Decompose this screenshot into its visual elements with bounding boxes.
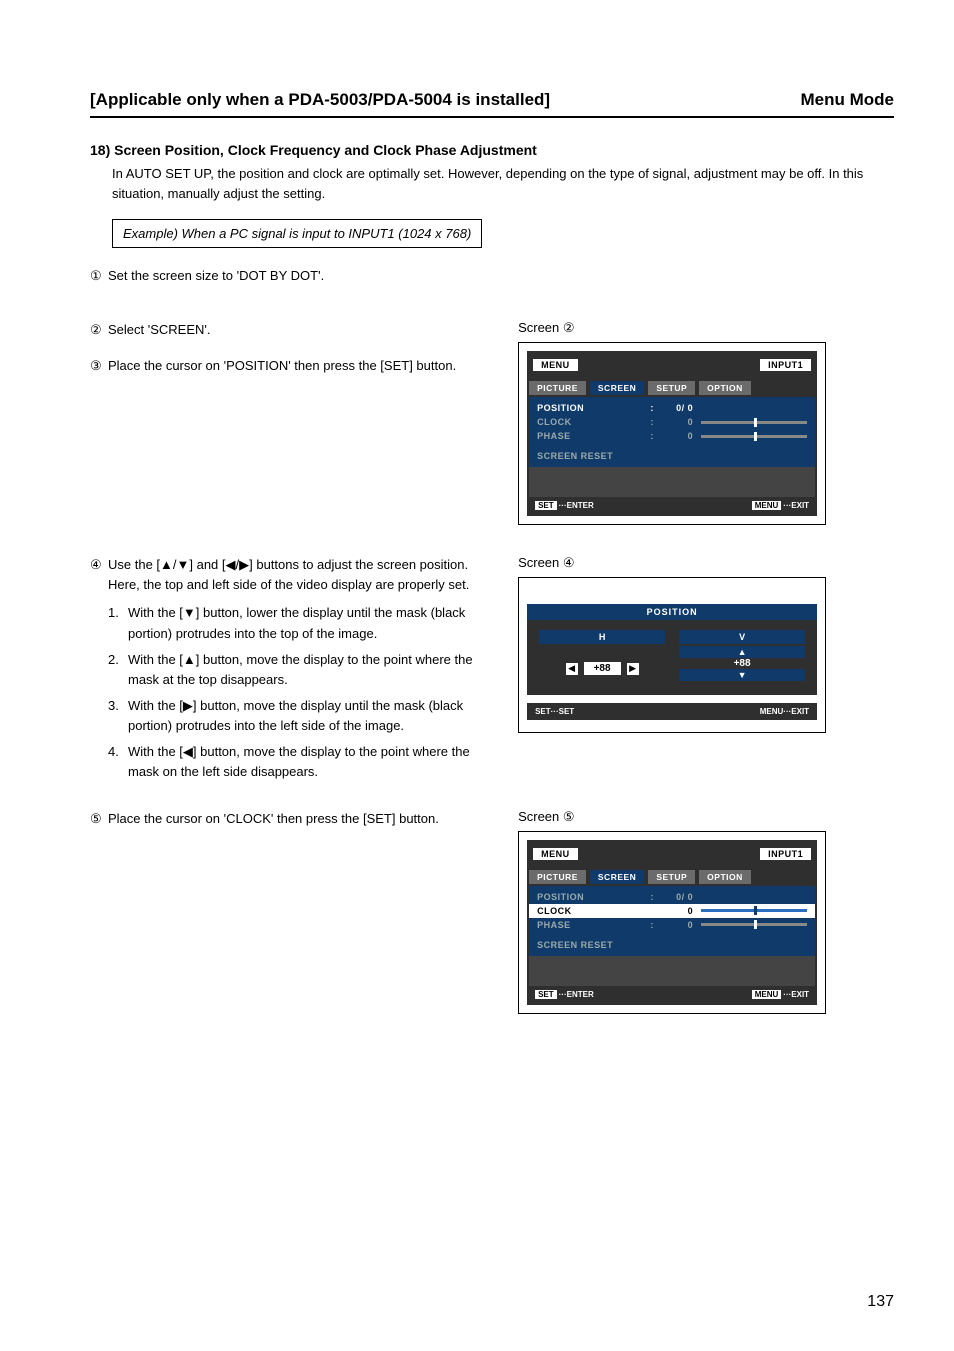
osd-item-position: POSITION : 0/ 0 xyxy=(529,401,815,415)
step-text-1: Set the screen size to 'DOT BY DOT'. xyxy=(108,266,488,286)
osd-tab-picture-5: PICTURE xyxy=(529,870,586,884)
osd-item-phase-5: PHASE : 0 xyxy=(529,918,815,932)
step-text-4b: Here, the top and left side of the video… xyxy=(108,577,469,592)
osd-pos-v-value: +88 xyxy=(679,658,805,669)
step-3: ③ Place the cursor on 'POSITION' then pr… xyxy=(90,356,488,376)
right-arrow-icon: ▶ xyxy=(627,663,639,675)
osd-tab-option: OPTION xyxy=(699,381,751,395)
osd-menu-label-5: MENU xyxy=(533,848,578,860)
sub-2: With the [▲] button, move the display to… xyxy=(128,650,488,690)
section-heading: 18) Screen Position, Clock Frequency and… xyxy=(90,142,894,158)
screen-label-2: Screen ② xyxy=(518,320,894,336)
osd-footer-5: SET···ENTER MENU···EXIT xyxy=(529,986,815,1003)
osd-screen-2: MENU INPUT1 PICTURE SCREEN SETUP OPTION … xyxy=(518,342,826,525)
osd-pos-title: POSITION xyxy=(527,604,817,620)
page-number: 137 xyxy=(867,1293,894,1311)
osd-pos-v-label: V xyxy=(679,630,805,644)
osd-tab-screen-5: SCREEN xyxy=(590,870,644,884)
step-text-4: Use the [▲/▼] and [◀/▶] buttons to adjus… xyxy=(108,557,468,572)
osd-item-clock-5: CLOCK : 0 xyxy=(529,904,815,918)
osd-item-position-5: POSITION : 0/ 0 xyxy=(529,890,815,904)
step-5: ⑤ Place the cursor on 'CLOCK' then press… xyxy=(90,809,488,829)
osd-tab-option-5: OPTION xyxy=(699,870,751,884)
osd-tab-screen: SCREEN xyxy=(590,381,644,395)
step-text-3: Place the cursor on 'POSITION' then pres… xyxy=(108,356,488,376)
step-1: ① Set the screen size to 'DOT BY DOT'. xyxy=(90,266,488,286)
osd-pos-h-label: H xyxy=(539,630,665,644)
osd-pos-footer: SET···SET MENU···EXIT xyxy=(527,703,817,720)
osd-pos-h-value: +88 xyxy=(584,662,621,675)
osd-menu-label: MENU xyxy=(533,359,578,371)
osd-item-clock: CLOCK : 0 xyxy=(529,415,815,429)
osd-tab-setup-5: SETUP xyxy=(648,870,695,884)
step-num-2: ② xyxy=(90,320,108,340)
osd-item-reset-5: SCREEN RESET xyxy=(529,938,815,952)
left-arrow-icon: ◀ xyxy=(566,663,578,675)
step-text-2: Select 'SCREEN'. xyxy=(108,320,488,340)
intro-text: In AUTO SET UP, the position and clock a… xyxy=(90,164,894,203)
step-4: ④ Use the [▲/▼] and [◀/▶] buttons to adj… xyxy=(90,555,488,782)
sub-1: With the [▼] button, lower the display u… xyxy=(128,603,488,643)
sub-3: With the [▶] button, move the display un… xyxy=(128,696,488,736)
step-num-1: ① xyxy=(90,266,108,286)
example-box: Example) When a PC signal is input to IN… xyxy=(112,219,482,248)
screen-label-5: Screen ⑤ xyxy=(518,809,894,825)
osd-screen-5: MENU INPUT1 PICTURE SCREEN SETUP OPTION … xyxy=(518,831,826,1014)
osd-input-label: INPUT1 xyxy=(760,359,811,371)
osd-item-phase: PHASE : 0 xyxy=(529,429,815,443)
osd-tab-picture: PICTURE xyxy=(529,381,586,395)
osd-footer: SET···ENTER MENU···EXIT xyxy=(529,497,815,514)
step-text-5: Place the cursor on 'CLOCK' then press t… xyxy=(108,809,488,829)
osd-tab-setup: SETUP xyxy=(648,381,695,395)
step-num-3: ③ xyxy=(90,356,108,376)
osd-input-label-5: INPUT1 xyxy=(760,848,811,860)
up-arrow-icon: ▲ xyxy=(679,646,805,658)
sub-4: With the [◀] button, move the display to… xyxy=(128,742,488,782)
step-num-5: ⑤ xyxy=(90,809,108,829)
osd-tabs-5: PICTURE SCREEN SETUP OPTION xyxy=(529,870,815,884)
step-num-4: ④ xyxy=(90,555,108,782)
screen-label-4: Screen ④ xyxy=(518,555,894,571)
header-right: Menu Mode xyxy=(801,90,895,110)
osd-screen-4: POSITION H ◀ +88 ▶ V xyxy=(518,577,826,733)
header-left: [Applicable only when a PDA-5003/PDA-500… xyxy=(90,90,550,110)
step-2: ② Select 'SCREEN'. xyxy=(90,320,488,340)
osd-tabs: PICTURE SCREEN SETUP OPTION xyxy=(529,381,815,395)
page-header: [Applicable only when a PDA-5003/PDA-500… xyxy=(90,90,894,118)
osd-item-reset: SCREEN RESET xyxy=(529,449,815,463)
down-arrow-icon: ▼ xyxy=(679,669,805,681)
